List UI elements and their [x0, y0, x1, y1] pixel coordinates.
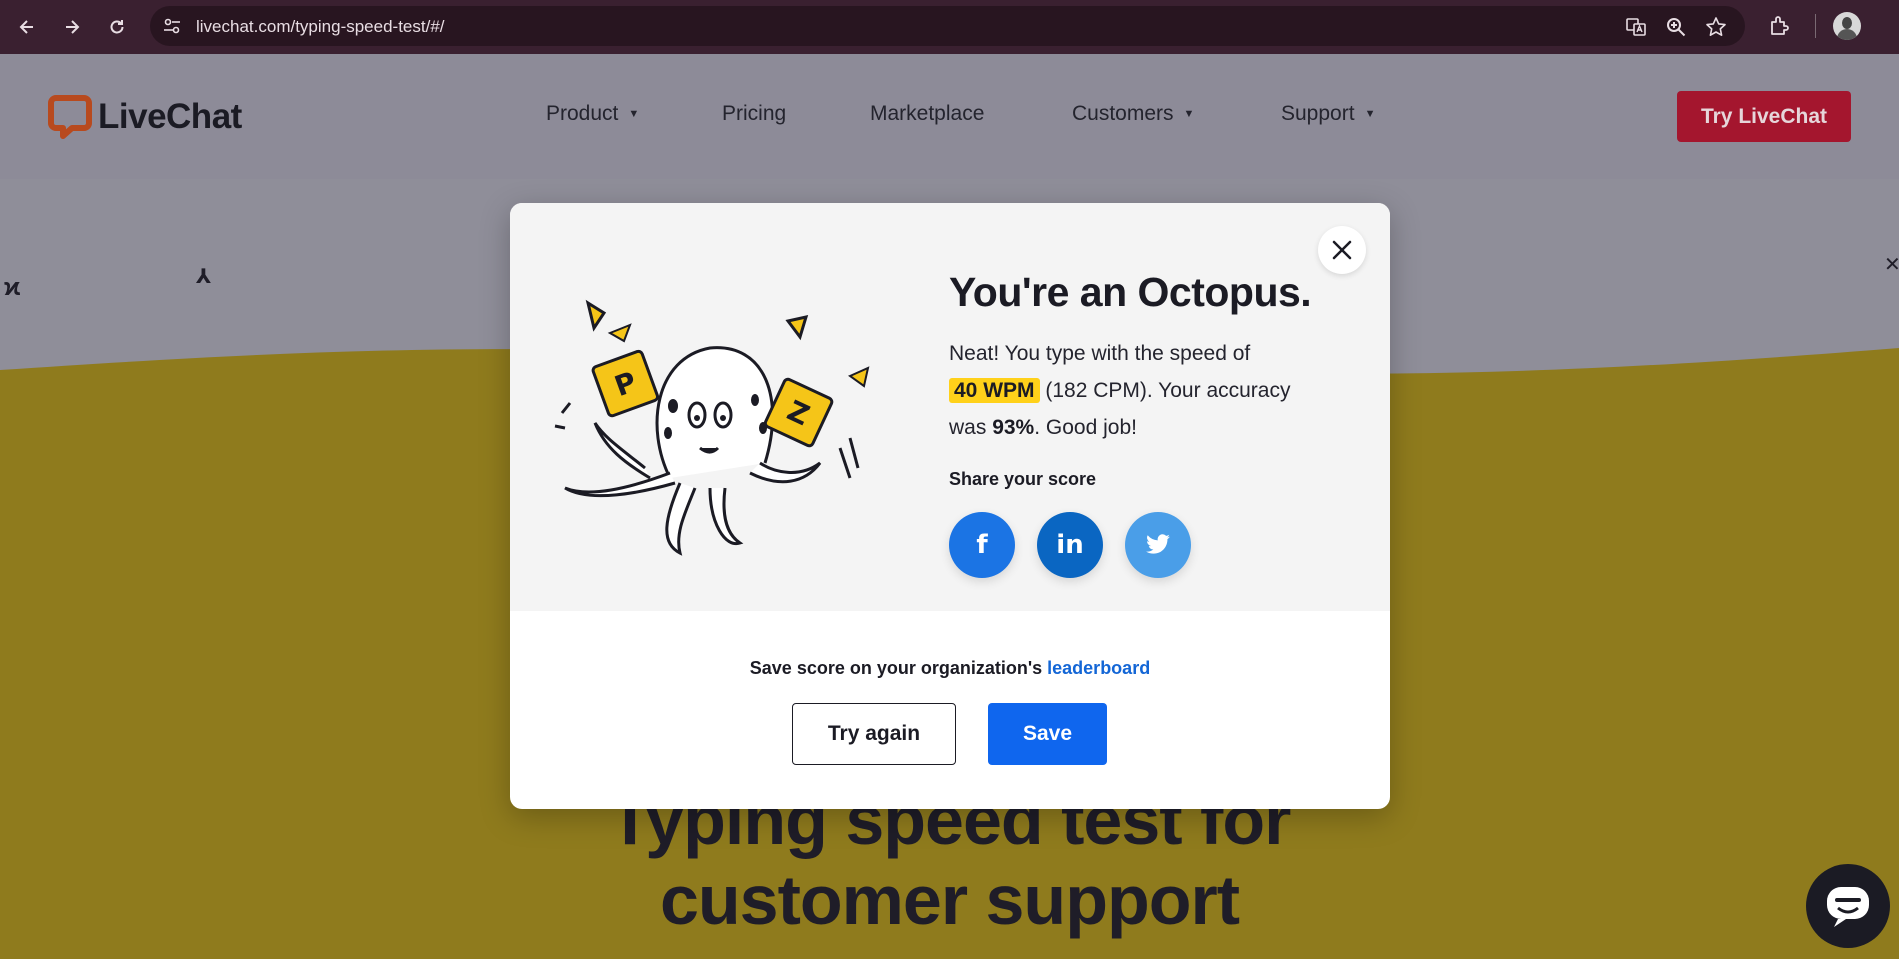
- chevron-down-icon: ▼: [628, 108, 640, 120]
- nav-marketplace-label: Marketplace: [870, 102, 985, 125]
- chevron-down-icon: ▼: [1183, 108, 1195, 120]
- decorative-doodle: ⅄: [196, 266, 212, 288]
- close-icon: [1332, 240, 1352, 260]
- zoom-icon[interactable]: [1665, 16, 1687, 38]
- nav-customers-label: Customers: [1072, 102, 1174, 125]
- cpm-text: (182 CPM). Your accuracy: [1045, 379, 1291, 402]
- good-job-text: . Good job!: [1034, 416, 1137, 439]
- logo-text: LiveChat: [98, 97, 242, 136]
- close-button[interactable]: [1318, 226, 1366, 274]
- url-text[interactable]: livechat.com/typing-speed-test/#/: [196, 17, 445, 37]
- bookmark-star-icon[interactable]: [1705, 16, 1727, 38]
- browser-toolbar: livechat.com/typing-speed-test/#/: [0, 0, 1899, 54]
- extensions-icon[interactable]: [1768, 14, 1792, 38]
- livechat-logo[interactable]: LiveChat: [48, 94, 242, 140]
- decorative-doodle: ϰ: [4, 274, 21, 301]
- reload-icon: [110, 20, 124, 34]
- result-modal: P Z You're an Octopus. Neat! You type wi…: [510, 203, 1390, 809]
- wpm-badge: 40 WPM: [949, 378, 1040, 403]
- hero-title-line-2: customer support: [659, 861, 1240, 939]
- nav-product-label: Product: [546, 102, 619, 125]
- site-header: LiveChat Product ▼ Pricing Marketplace C…: [0, 54, 1899, 179]
- chat-icon: [1827, 887, 1869, 927]
- leaderboard-prompt: Save score on your organization's leader…: [510, 658, 1390, 679]
- reload-button[interactable]: [95, 5, 139, 49]
- share-facebook-button[interactable]: f: [949, 512, 1015, 578]
- leaderboard-link[interactable]: leaderboard: [1047, 658, 1150, 678]
- chevron-down-icon: ▼: [1364, 108, 1376, 120]
- was-text: was: [949, 416, 987, 439]
- leaderboard-prefix: Save score on your organization's: [749, 658, 1043, 678]
- try-livechat-button[interactable]: Try LiveChat: [1677, 91, 1851, 142]
- save-button[interactable]: Save: [988, 703, 1107, 765]
- linkedin-icon: in: [1056, 530, 1084, 560]
- try-again-button[interactable]: Try again: [792, 703, 956, 765]
- arrow-left-icon: [19, 20, 33, 34]
- decorative-doodle: ✕: [1884, 254, 1899, 276]
- share-twitter-button[interactable]: [1125, 512, 1191, 578]
- profile-avatar[interactable]: [1833, 12, 1861, 40]
- nav-support-label: Support: [1281, 102, 1355, 125]
- twitter-icon: [1146, 534, 1170, 554]
- translate-icon[interactable]: [1625, 16, 1647, 38]
- share-linkedin-button[interactable]: in: [1037, 512, 1103, 578]
- arrow-right-icon: [66, 20, 80, 34]
- nav-marketplace[interactable]: Marketplace: [870, 102, 984, 126]
- site-settings-icon[interactable]: [162, 16, 182, 36]
- octopus-illustration: P Z: [554, 299, 870, 556]
- share-label: Share your score: [949, 469, 1097, 489]
- result-summary: Neat! You type with the speed of 40 WPM …: [949, 335, 1349, 446]
- facebook-icon: f: [976, 530, 988, 560]
- nav-support[interactable]: Support ▼: [1281, 102, 1375, 126]
- result-intro-text: Neat! You type with the speed of: [949, 342, 1251, 365]
- nav-pricing-label: Pricing: [722, 102, 787, 125]
- nav-customers[interactable]: Customers ▼: [1072, 102, 1194, 126]
- chat-widget-button[interactable]: [1806, 864, 1890, 948]
- chat-bubble-logo-icon: [48, 95, 92, 139]
- toolbar-separator: [1815, 14, 1816, 38]
- nav-pricing[interactable]: Pricing: [722, 102, 786, 126]
- nav-product[interactable]: Product ▼: [546, 102, 639, 126]
- result-heading: You're an Octopus.: [949, 269, 1312, 315]
- accuracy-value: 93%: [992, 416, 1035, 439]
- address-bar[interactable]: livechat.com/typing-speed-test/#/: [150, 6, 1745, 46]
- back-button[interactable]: [5, 5, 49, 49]
- forward-button[interactable]: [50, 5, 94, 49]
